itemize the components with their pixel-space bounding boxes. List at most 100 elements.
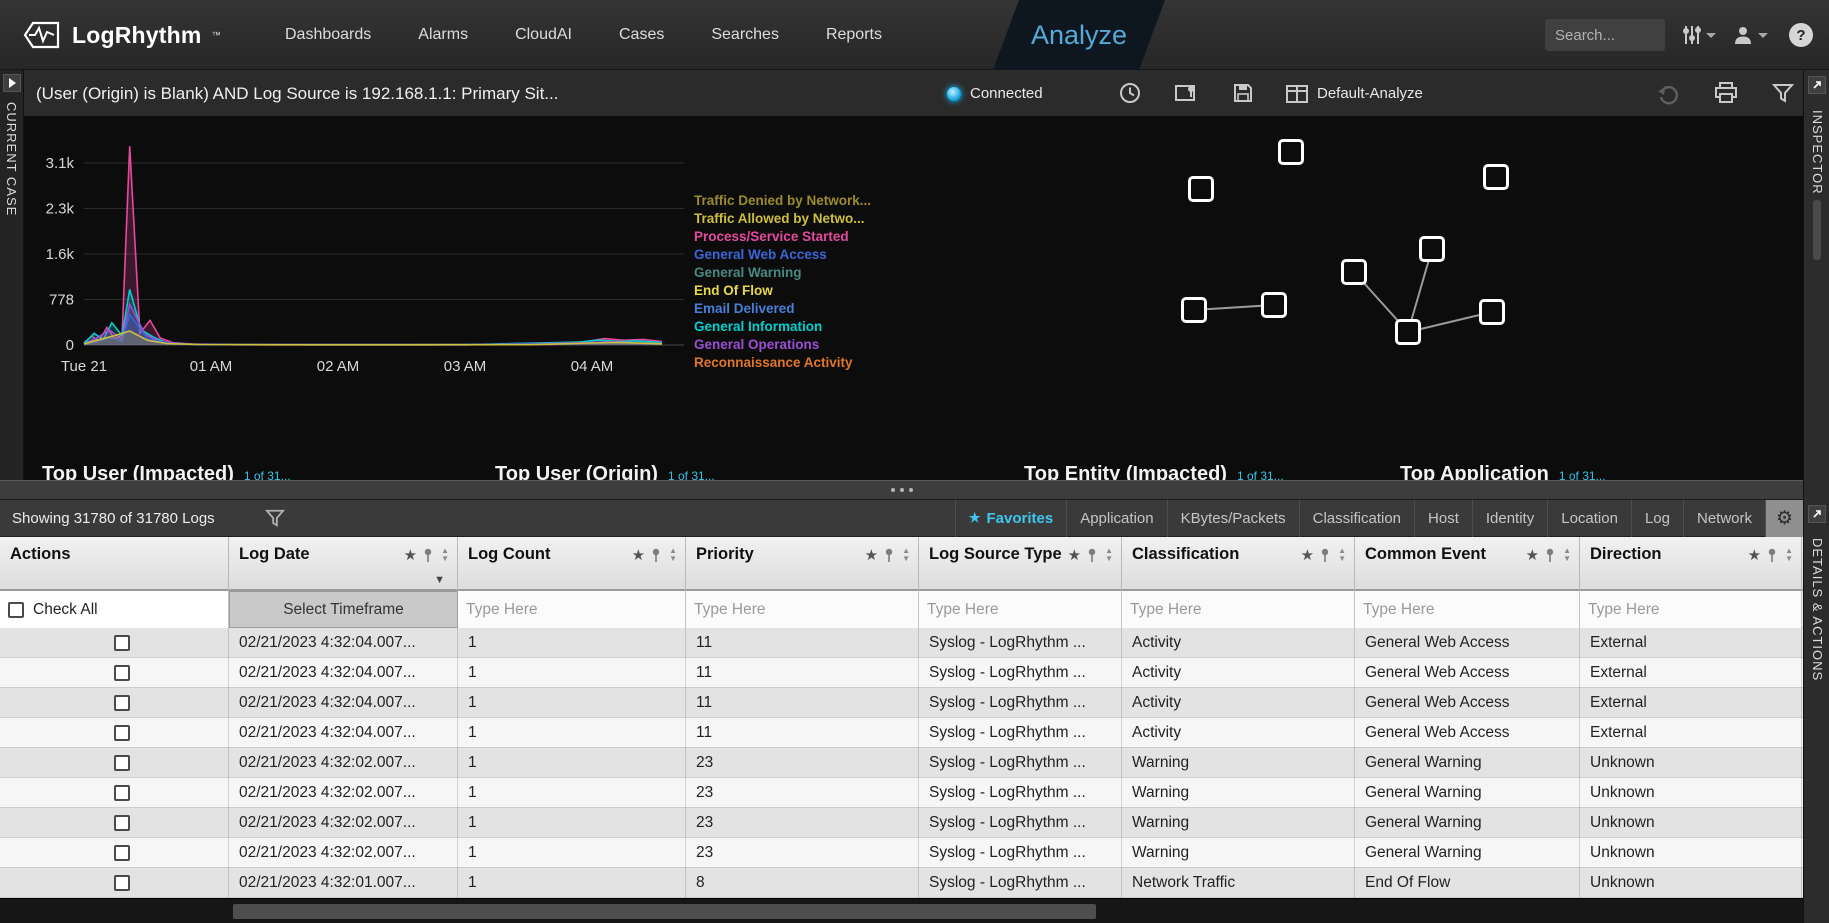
filter-settings-menu[interactable] <box>1682 0 1716 70</box>
print-icon[interactable] <box>1714 82 1738 104</box>
nav-item-reports[interactable]: Reports <box>826 26 882 44</box>
column-header-direction[interactable]: Direction★▲▼ <box>1580 537 1802 591</box>
filter-icon[interactable] <box>265 508 285 528</box>
pin-board-icon[interactable] <box>1174 82 1198 104</box>
graph-node[interactable] <box>1188 176 1214 202</box>
user-menu[interactable] <box>1732 0 1768 70</box>
star-icon[interactable]: ★ <box>865 546 878 564</box>
filter-input-classification[interactable]: Type Here <box>1122 591 1355 628</box>
widget-link[interactable]: 1 of 31... <box>1559 469 1606 480</box>
search-input[interactable] <box>1545 19 1665 51</box>
sort-arrows-icon[interactable]: ▲▼ <box>1105 547 1113 563</box>
sort-arrows-icon[interactable]: ▲▼ <box>902 547 910 563</box>
grid-tab-classification[interactable]: Classification <box>1299 500 1414 537</box>
widget-link[interactable]: 1 of 31... <box>244 469 291 480</box>
legend-item-traffic-denied-by-network[interactable]: Traffic Denied by Network... <box>694 193 871 208</box>
legend-item-traffic-allowed-by-netwo[interactable]: Traffic Allowed by Netwo... <box>694 211 871 226</box>
grid-tab-host[interactable]: Host <box>1414 500 1472 537</box>
log-row[interactable]: 02/21/2023 4:32:04.007...111Syslog - Log… <box>0 628 1803 658</box>
grid-tab-location[interactable]: Location <box>1547 500 1631 537</box>
graph-node[interactable] <box>1395 319 1421 345</box>
save-icon[interactable] <box>1232 82 1254 104</box>
select-timeframe-button[interactable]: Select Timeframe <box>229 591 458 628</box>
expand-current-case-button[interactable] <box>3 74 21 92</box>
row-checkbox[interactable] <box>114 875 130 891</box>
legend-item-process-service-started[interactable]: Process/Service Started <box>694 229 871 244</box>
tab-analyze[interactable]: Analyze <box>993 0 1165 70</box>
nav-item-dashboards[interactable]: Dashboards <box>285 26 371 44</box>
star-icon[interactable]: ★ <box>1748 546 1761 564</box>
details-actions-tab[interactable]: DETAILS & ACTIONS <box>1810 538 1825 681</box>
current-case-label[interactable]: CURRENT CASE <box>4 102 19 216</box>
widget-link[interactable]: 1 of 31... <box>668 469 715 480</box>
clock-icon[interactable] <box>1119 82 1141 104</box>
sort-arrows-icon[interactable]: ▲▼ <box>441 547 449 563</box>
horizontal-scrollbar[interactable] <box>0 898 1803 923</box>
row-checkbox[interactable] <box>114 815 130 831</box>
filter-input-direction[interactable]: Type Here <box>1580 591 1802 628</box>
sort-arrows-icon[interactable]: ▲▼ <box>1338 547 1346 563</box>
grid-tab-kbytes-packets[interactable]: KBytes/Packets <box>1167 500 1299 537</box>
legend-item-general-warning[interactable]: General Warning <box>694 265 871 280</box>
star-icon[interactable]: ★ <box>1526 546 1539 564</box>
grid-tab-network[interactable]: Network <box>1683 500 1765 537</box>
check-all-checkbox[interactable] <box>8 602 24 618</box>
brand[interactable]: LogRhythm ™ <box>22 0 221 70</box>
filter-icon[interactable] <box>1772 82 1794 104</box>
column-header-classification[interactable]: Classification★▲▼ <box>1122 537 1355 591</box>
legend-item-reconnaissance-activity[interactable]: Reconnaissance Activity <box>694 355 871 370</box>
log-row[interactable]: 02/21/2023 4:32:04.007...111Syslog - Log… <box>0 718 1803 748</box>
graph-node[interactable] <box>1479 299 1505 325</box>
column-header-actions[interactable]: Actions <box>0 537 229 591</box>
log-row[interactable]: 02/21/2023 4:32:02.007...123Syslog - Log… <box>0 748 1803 778</box>
legend-item-general-web-access[interactable]: General Web Access <box>694 247 871 262</box>
nav-item-cloudai[interactable]: CloudAI <box>515 26 572 44</box>
filter-input-common-event[interactable]: Type Here <box>1355 591 1580 628</box>
sort-arrows-icon[interactable]: ▲▼ <box>669 547 677 563</box>
column-header-log-count[interactable]: Log Count★▲▼ <box>458 537 686 591</box>
graph-node[interactable] <box>1419 236 1445 262</box>
inspector-tab[interactable]: INSPECTOR <box>1810 110 1825 195</box>
column-header-common-event[interactable]: Common Event★▲▼ <box>1355 537 1580 591</box>
star-icon[interactable]: ★ <box>404 546 417 564</box>
grid-tab-identity[interactable]: Identity <box>1472 500 1547 537</box>
star-icon[interactable]: ★ <box>1068 546 1081 564</box>
widget-link[interactable]: 1 of 31... <box>1237 469 1284 480</box>
row-checkbox[interactable] <box>114 695 130 711</box>
log-row[interactable]: 02/21/2023 4:32:02.007...123Syslog - Log… <box>0 838 1803 868</box>
log-row[interactable]: 02/21/2023 4:32:02.007...123Syslog - Log… <box>0 778 1803 808</box>
undo-icon[interactable] <box>1656 82 1680 106</box>
grid-settings-button[interactable]: ⚙ <box>1765 500 1803 537</box>
filter-input-log-source-type[interactable]: Type Here <box>919 591 1122 628</box>
sort-arrows-icon[interactable]: ▲▼ <box>1785 547 1793 563</box>
help-menu[interactable]: ? <box>1789 0 1813 70</box>
log-row[interactable]: 02/21/2023 4:32:04.007...111Syslog - Log… <box>0 688 1803 718</box>
nav-item-searches[interactable]: Searches <box>711 26 779 44</box>
graph-node[interactable] <box>1341 259 1367 285</box>
expand-details-button[interactable] <box>1808 505 1826 523</box>
sort-arrows-icon[interactable]: ▲▼ <box>1563 547 1571 563</box>
layout-selector[interactable]: Default-Analyze <box>1286 70 1423 117</box>
row-checkbox[interactable] <box>114 725 130 741</box>
graph-node[interactable] <box>1278 139 1304 165</box>
legend-item-email-delivered[interactable]: Email Delivered <box>694 301 871 316</box>
column-header-log-date[interactable]: Log Date★▲▼▼ <box>229 537 458 591</box>
grid-tab-application[interactable]: Application <box>1066 500 1166 537</box>
filter-input-priority[interactable]: Type Here <box>686 591 919 628</box>
legend-item-general-operations[interactable]: General Operations <box>694 337 871 352</box>
column-header-log-source-type[interactable]: Log Source Type★▲▼ <box>919 537 1122 591</box>
row-checkbox[interactable] <box>114 665 130 681</box>
graph-node[interactable] <box>1483 164 1509 190</box>
scrollbar-thumb[interactable] <box>233 904 1096 919</box>
legend-item-general-information[interactable]: General Information <box>694 319 871 334</box>
log-row[interactable]: 02/21/2023 4:32:01.007...18Syslog - LogR… <box>0 868 1803 898</box>
log-row[interactable]: 02/21/2023 4:32:04.007...111Syslog - Log… <box>0 658 1803 688</box>
nav-item-cases[interactable]: Cases <box>619 26 664 44</box>
graph-node[interactable] <box>1181 297 1207 323</box>
log-row[interactable]: 02/21/2023 4:32:02.007...123Syslog - Log… <box>0 808 1803 838</box>
filter-input-log-count[interactable]: Type Here <box>458 591 686 628</box>
row-checkbox[interactable] <box>114 755 130 771</box>
star-icon[interactable]: ★ <box>1301 546 1314 564</box>
grid-tab-log[interactable]: Log <box>1631 500 1683 537</box>
star-icon[interactable]: ★ <box>632 546 645 564</box>
